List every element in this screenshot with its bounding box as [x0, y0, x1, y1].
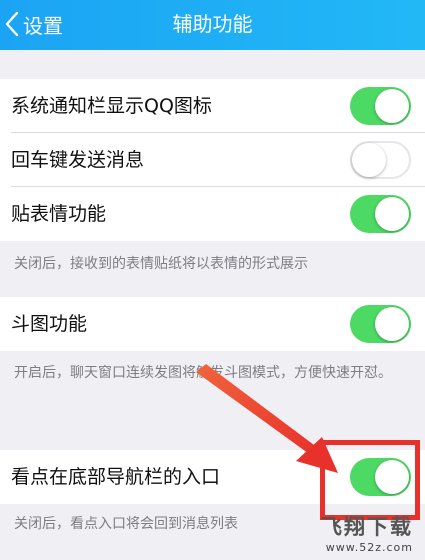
setting-label: 看点在底部导航栏的入口: [11, 466, 221, 488]
setting-row-notification-icon: 系统通知栏显示QQ图标: [0, 79, 425, 133]
setting-label: 系统通知栏显示QQ图标: [11, 95, 212, 117]
page-title: 辅助功能: [172, 12, 253, 36]
navigation-bar: 设置 辅助功能: [0, 0, 425, 50]
toggle-knob: [375, 197, 409, 231]
watermark: 飞翔下载 www.52z.com: [321, 511, 413, 554]
setting-label: 回车键发送消息: [11, 149, 145, 171]
toggle-knob: [352, 143, 386, 177]
highlight-box: [320, 440, 420, 520]
watermark-url: www.52z.com: [325, 541, 413, 554]
setting-label: 斗图功能: [11, 313, 88, 335]
sticker-note: 关闭后，接收到的表情贴纸将以表情的形式展示: [14, 256, 308, 272]
setting-row-sticker: 贴表情功能: [0, 187, 425, 241]
notification-icon-toggle[interactable]: [350, 87, 411, 125]
setting-row-meme: 斗图功能: [0, 297, 425, 351]
setting-row-enter-send: 回车键发送消息: [0, 133, 425, 187]
watermark-logo: 飞翔下载: [321, 515, 413, 539]
sticker-toggle[interactable]: [350, 195, 411, 233]
meme-note: 开启后，聊天窗口连续发图将触发斗图模式，方便快速开怼。: [14, 365, 392, 381]
meme-toggle[interactable]: [350, 305, 411, 343]
enter-send-toggle[interactable]: [350, 141, 411, 179]
toggle-knob: [375, 307, 409, 341]
toggle-knob: [375, 89, 409, 123]
setting-label: 贴表情功能: [11, 203, 107, 225]
